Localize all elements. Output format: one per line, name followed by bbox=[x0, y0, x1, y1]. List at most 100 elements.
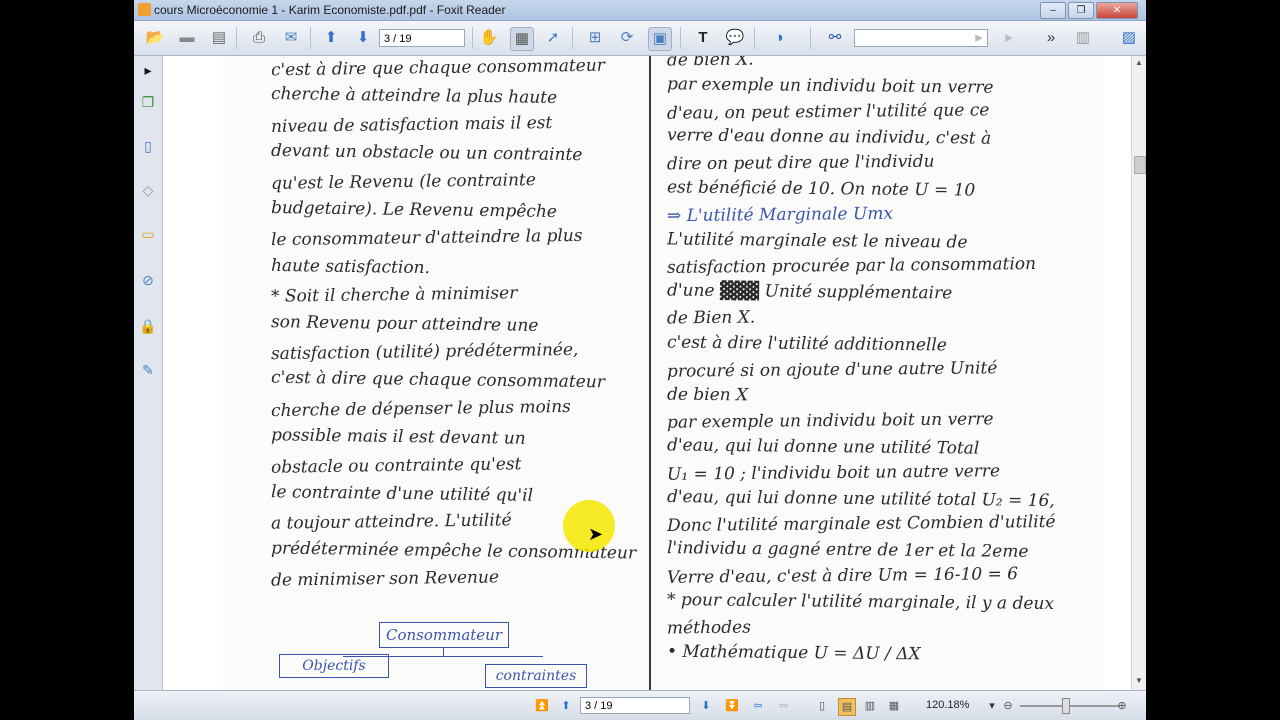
document-view[interactable]: c'est à dire que chaque consommateur cher… bbox=[163, 56, 1131, 690]
layout-icon[interactable]: ▥ bbox=[1072, 27, 1094, 49]
properties-icon[interactable]: ▤ bbox=[208, 27, 230, 49]
handwritten-line: * Soit il cherche à minimiser bbox=[270, 283, 518, 307]
zoom-slider-thumb[interactable] bbox=[1062, 698, 1070, 714]
zoom-level[interactable]: 120.18% bbox=[926, 699, 969, 711]
handwritten-line: d'eau, qui lui donne une utilité total U… bbox=[666, 486, 1055, 511]
forward-icon[interactable]: ⇨ bbox=[776, 698, 792, 714]
toolbar: 📂 ▬ ▤ ⎙ ✉ ⬆ ⬇ 3 / 19 ✋ ▦ ➚ ⊞ ⟳ ▣ T 💬 ◑ ⚯… bbox=[134, 21, 1146, 56]
handwritten-line: cherche de dépenser le plus moins bbox=[270, 396, 571, 421]
folder-open-icon[interactable]: 📂 bbox=[144, 27, 166, 49]
vertical-scrollbar[interactable]: ▲ ▼ bbox=[1131, 56, 1146, 690]
handwritten-line: par exemple un individu boit un verre bbox=[666, 409, 994, 433]
bookmarks-icon[interactable]: ❐ bbox=[138, 92, 158, 112]
handwritten-line: procuré si on ajoute d'une autre Unité bbox=[666, 357, 998, 382]
last-page-icon[interactable]: ⏬ bbox=[724, 698, 740, 714]
page-fold-line bbox=[649, 56, 651, 690]
continuous-facing-icon[interactable]: ▦ bbox=[886, 698, 902, 714]
handwritten-line: le contrainte d'une utilité qu'il bbox=[270, 482, 534, 506]
signature-icon[interactable]: ✎ bbox=[138, 360, 158, 380]
pages-icon[interactable]: ▯ bbox=[138, 136, 158, 156]
zoom-dropdown-icon[interactable]: ▾ bbox=[984, 698, 1000, 714]
first-page-icon[interactable]: ⏫ bbox=[534, 698, 550, 714]
expand-pane-icon[interactable]: ▸ bbox=[138, 60, 158, 80]
close-button[interactable]: ✕ bbox=[1096, 2, 1138, 19]
foxit-window: cours Microéconomie 1 - Karim Economiste… bbox=[134, 0, 1146, 720]
handwritten-line: de minimiser son Revenue bbox=[270, 567, 500, 591]
handwritten-line: Verre d'eau, c'est à dire Um = 16-10 = 6 bbox=[666, 564, 1019, 588]
more-tools-icon[interactable]: » bbox=[1040, 27, 1062, 49]
continuous-icon[interactable]: ▤ bbox=[838, 698, 856, 716]
handwritten-line: ⇒ L'utilité Marginale Umx bbox=[666, 203, 894, 226]
search-next-icon[interactable]: ▸ bbox=[998, 27, 1020, 49]
handwritten-line: de Bien X. bbox=[666, 307, 756, 329]
diagram-box-contraintes: contraintes bbox=[485, 664, 587, 688]
prev-page-icon[interactable]: ⬆ bbox=[320, 27, 342, 49]
comments-icon[interactable]: ▭ bbox=[138, 224, 158, 244]
select-text-icon[interactable]: ▦ bbox=[510, 27, 534, 51]
handwritten-line: de bien X bbox=[666, 384, 749, 406]
handwritten-line: budgetaire). Le Revenu empêche bbox=[270, 198, 558, 222]
fit-page-icon[interactable]: ▣ bbox=[648, 27, 672, 51]
title-bar: cours Microéconomie 1 - Karim Economiste… bbox=[134, 0, 1146, 21]
layers-icon[interactable]: ◇ bbox=[138, 180, 158, 200]
handwritten-line: a toujour atteindre. L'utilité bbox=[270, 510, 512, 535]
search-prev-icon[interactable]: ▸ bbox=[968, 27, 990, 49]
status-prev-page-icon[interactable]: ⬆ bbox=[558, 698, 574, 714]
handwritten-line: L'utilité marginale est le niveau de bbox=[666, 229, 968, 253]
diagram-box-objectifs: Objectifs bbox=[279, 654, 389, 678]
handwritten-line: est bénéficié de 10. On note U = 10 bbox=[666, 177, 976, 201]
handwritten-line: • Mathématique U = ΔU / ΔX bbox=[666, 642, 921, 665]
minimize-button[interactable]: – bbox=[1040, 2, 1066, 19]
save-icon[interactable]: ▬ bbox=[176, 27, 198, 49]
handwritten-line: par exemple un individu boit un verre bbox=[666, 74, 994, 98]
zoom-slider[interactable] bbox=[1020, 705, 1120, 707]
note-icon[interactable]: 💬 bbox=[724, 27, 746, 49]
help-icon[interactable]: ▨ bbox=[1118, 27, 1140, 49]
window-title: cours Microéconomie 1 - Karim Economiste… bbox=[154, 3, 506, 17]
email-icon[interactable]: ✉ bbox=[280, 27, 302, 49]
hand-tool-icon[interactable]: ✋ bbox=[478, 27, 500, 49]
zoom-in-icon[interactable]: ⊕ bbox=[1114, 698, 1130, 714]
handwritten-line: l'individu a gagné entre de 1er et la 2e… bbox=[666, 538, 1029, 563]
page-number-input[interactable]: 3 / 19 bbox=[379, 29, 465, 47]
foxit-logo-icon[interactable]: ◑ bbox=[768, 27, 790, 49]
typewriter-icon[interactable]: T bbox=[692, 27, 714, 49]
handwritten-line: d'eau, qui lui donne une utilité Total bbox=[666, 435, 980, 459]
pointer-icon[interactable]: ➚ bbox=[542, 27, 564, 49]
attachments-icon[interactable]: ⊘ bbox=[138, 270, 158, 290]
handwritten-line: qu'est le Revenu (le contrainte bbox=[270, 169, 537, 194]
rotate-icon[interactable]: ⟳ bbox=[616, 27, 638, 49]
handwritten-line: d'une ▓▓▓ Unité supplémentaire bbox=[666, 280, 953, 304]
app-icon bbox=[138, 3, 151, 16]
mouse-cursor-icon: ➤ bbox=[588, 524, 604, 544]
binoculars-icon[interactable]: ⚯ bbox=[824, 27, 846, 49]
handwritten-line: verre d'eau donne au individu, c'est à bbox=[666, 125, 992, 150]
handwritten-line: c'est à dire l'utilité additionnelle bbox=[666, 332, 948, 356]
zoom-icon[interactable]: ⊞ bbox=[584, 27, 606, 49]
status-next-page-icon[interactable]: ⬇ bbox=[698, 698, 714, 714]
scrollbar-thumb[interactable] bbox=[1134, 156, 1146, 174]
single-page-icon[interactable]: ▯ bbox=[814, 698, 830, 714]
handwritten-line: niveau de satisfaction mais il est bbox=[270, 112, 553, 137]
handwritten-line: dire on peut dire que l'individu bbox=[666, 151, 935, 175]
print-icon[interactable]: ⎙ bbox=[248, 27, 270, 49]
navigation-pane: ▸ ❐ ▯ ◇ ▭ ⊘ 🔒 ✎ bbox=[134, 56, 163, 690]
handwritten-line: possible mais il est devant un bbox=[270, 425, 526, 449]
handwritten-line: U₁ = 10 ; l'individu boit un autre verre bbox=[666, 461, 1001, 485]
handwritten-line: d'eau, on peut estimer l'utilité que ce bbox=[666, 99, 990, 124]
handwritten-line: haute satisfaction. bbox=[270, 255, 431, 278]
handwritten-line: méthodes bbox=[666, 617, 751, 639]
zoom-out-icon[interactable]: ⊖ bbox=[1000, 698, 1016, 714]
handwritten-line: * pour calculer l'utilité marginale, il … bbox=[666, 589, 1055, 614]
diagram-box-consommateur: Consommateur bbox=[379, 622, 509, 648]
handwritten-line: obstacle ou contrainte qu'est bbox=[270, 453, 522, 478]
status-bar: ⏫ ⬆ 3 / 19 ⬇ ⏬ ⇦ ⇨ ▯ ▤ ▥ ▦ 120.18% ▾ ⊖ ⊕ bbox=[134, 690, 1146, 720]
next-page-icon[interactable]: ⬇ bbox=[352, 27, 374, 49]
maximize-button[interactable]: ❐ bbox=[1068, 2, 1094, 19]
back-icon[interactable]: ⇦ bbox=[750, 698, 766, 714]
handwritten-line: son Revenu pour atteindre une bbox=[270, 311, 539, 336]
facing-icon[interactable]: ▥ bbox=[862, 698, 878, 714]
status-page-input[interactable]: 3 / 19 bbox=[580, 697, 690, 714]
handwritten-line: de bien X. bbox=[666, 56, 754, 71]
security-lock-icon[interactable]: 🔒 bbox=[138, 316, 158, 336]
